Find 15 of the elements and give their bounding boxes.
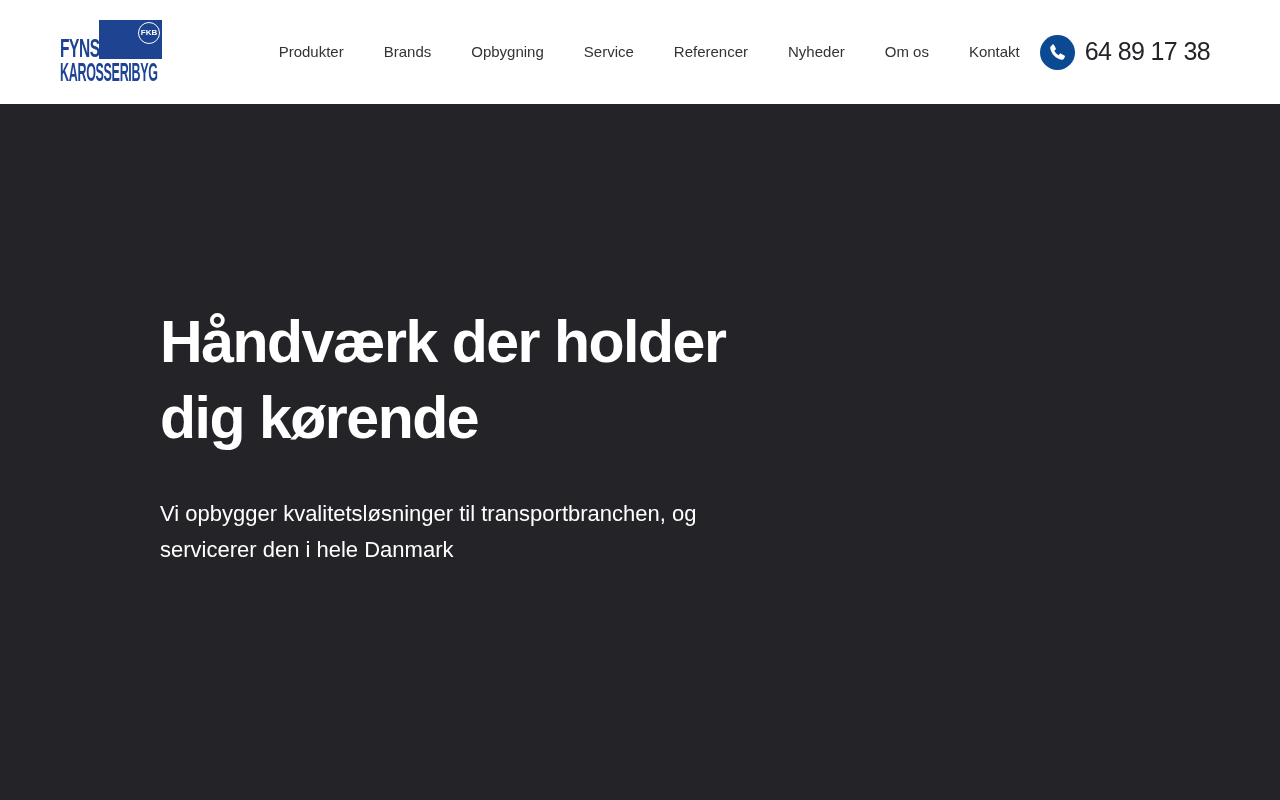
phone-icon[interactable] [1039, 34, 1075, 70]
hero-text: Vi opbygger kvalitetsløsninger til transportbranchen, og servicerer den i hele Danmark [160, 500, 698, 564]
logo-text: KAROSSERIBYG [60, 60, 158, 84]
nav-link[interactable]: Referencer [673, 40, 749, 64]
nav-link[interactable]: Nyheder [788, 40, 845, 64]
nav-link[interactable]: Service [583, 40, 634, 64]
nav-link[interactable]: Kontakt [968, 40, 1020, 64]
logo[interactable]: FKB FYNS KAROSSERIBYG [60, 20, 162, 84]
logo-text: FYNS [60, 36, 100, 60]
nav-link[interactable]: Produkter [278, 40, 344, 64]
nav-link[interactable]: Om os [884, 40, 929, 64]
phone-link[interactable]: 64 89 17 38 [1084, 33, 1210, 71]
hero-heading: Håndværk der holder dig kørende [160, 308, 727, 453]
nav-link[interactable]: Opbygning [471, 40, 544, 64]
nav-link[interactable]: Brands [383, 40, 432, 64]
